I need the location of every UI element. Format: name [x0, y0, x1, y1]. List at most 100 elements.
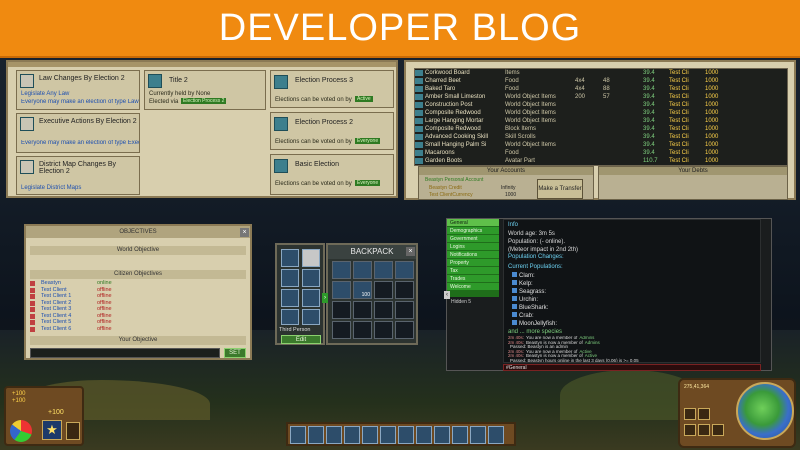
backpack-slot[interactable]: [332, 301, 351, 319]
hat-icon[interactable]: [302, 249, 320, 267]
title-item[interactable]: Title 2 Currently held by None Elected v…: [144, 70, 266, 110]
market-row[interactable]: Baked Taro Food 4x4 88 39.4 Test Cli 1000: [415, 85, 787, 93]
market-cell: 1000: [705, 70, 719, 76]
chevron-left-icon[interactable]: ‹: [444, 291, 450, 299]
nav-item-government[interactable]: Government: [447, 235, 499, 243]
item-icon: [415, 94, 423, 100]
hotbar-slot[interactable]: [326, 426, 342, 444]
equip-slot[interactable]: [302, 289, 320, 307]
hotbar-slot[interactable]: [488, 426, 504, 444]
equip-slot[interactable]: [302, 269, 320, 287]
chat-icon[interactable]: [698, 408, 710, 420]
nav-item-notifications[interactable]: Notifications: [447, 251, 499, 259]
close-icon[interactable]: ×: [406, 247, 415, 256]
backpack-slot[interactable]: [374, 261, 393, 279]
set-button[interactable]: SET: [224, 348, 246, 358]
hotbar-slot[interactable]: [344, 426, 360, 444]
avatar-panel: Third Person Edit: [275, 243, 325, 345]
map-button-icon[interactable]: [684, 408, 696, 420]
nav-item-welcome[interactable]: Welcome: [447, 283, 499, 291]
log-chip[interactable]: Admins: [585, 340, 600, 345]
equip-slot[interactable]: [281, 289, 299, 307]
election-chip[interactable]: Everyone: [355, 138, 381, 144]
market-row[interactable]: Macaroons Food 39.4 Test Cli 1000: [415, 149, 787, 157]
backpack-slot[interactable]: [353, 301, 372, 319]
objective-input[interactable]: [30, 348, 220, 358]
ballot-icon: [274, 75, 288, 89]
backpack-slot[interactable]: [332, 261, 351, 279]
hotbar-slot[interactable]: [416, 426, 432, 444]
settings-icon[interactable]: [684, 424, 696, 436]
election-item[interactable]: Election Process 3 Elections can be vote…: [270, 70, 394, 108]
nav-item-tax[interactable]: Tax: [447, 267, 499, 275]
equip-slot[interactable]: [302, 309, 320, 325]
backpack-slot[interactable]: [395, 261, 414, 279]
hotbar-slot[interactable]: [434, 426, 450, 444]
market-row[interactable]: Composite Redwood World Object Items 39.4 T…: [415, 109, 787, 117]
market-row[interactable]: Corkwood Board Items 39.4 Test Cli 1000: [415, 69, 787, 77]
market-cell: Food: [505, 78, 519, 84]
nav-item-trades[interactable]: Trades: [447, 275, 499, 283]
market-cell: [573, 117, 601, 125]
hotbar-slot[interactable]: [290, 426, 306, 444]
hotbar-slot[interactable]: [452, 426, 468, 444]
hotbar-slot[interactable]: [398, 426, 414, 444]
backpack-slot[interactable]: [353, 261, 372, 279]
coin-count: +100: [48, 409, 64, 416]
law-item[interactable]: District Map Changes By Election 2 Legis…: [16, 156, 140, 195]
election-chip[interactable]: Election Process 2: [181, 98, 227, 104]
backpack-slot[interactable]: [374, 301, 393, 319]
backpack-slot[interactable]: [395, 281, 414, 299]
market-row[interactable]: Charred Beet Food 4x4 48 39.4 Test Cli 1000: [415, 77, 787, 85]
market-row[interactable]: Small Hanging Palm Si World Object Items 3…: [415, 141, 787, 149]
market-cell: 1000: [705, 94, 719, 100]
law-item[interactable]: Executive Actions By Election 2 Everyone…: [16, 113, 140, 153]
market-row[interactable]: Garden Boots Avatar Part 110.7 Test Cli 1000: [415, 157, 787, 165]
citizen-row[interactable]: Test Client 6 offline: [30, 326, 246, 333]
election-item[interactable]: Basic Election Elections can be voted on…: [270, 154, 394, 195]
world-minimap[interactable]: [736, 382, 794, 440]
make-transfer-button[interactable]: Make a Transfer: [537, 179, 583, 199]
more-species-link[interactable]: and ... more species: [508, 328, 562, 336]
equip-slot[interactable]: [281, 269, 299, 287]
backpack-slot[interactable]: [353, 321, 372, 339]
backpack-slot[interactable]: [332, 281, 351, 299]
backpack-slot[interactable]: [395, 301, 414, 319]
calorie-pie-icon[interactable]: [10, 420, 32, 442]
skill-icon[interactable]: [66, 422, 80, 440]
edit-button[interactable]: Edit: [281, 335, 321, 344]
backpack-slot[interactable]: 100: [353, 281, 372, 299]
election-chip[interactable]: Everyone: [355, 180, 381, 186]
election-item[interactable]: Election Process 2 Elections can be vote…: [270, 112, 394, 150]
market-row[interactable]: Composite Redwood Block Items 39.4 Test Cli…: [415, 125, 787, 133]
nav-item-demographics[interactable]: Demographics: [447, 227, 499, 235]
backpack-slot[interactable]: [332, 321, 351, 339]
chevron-right-icon[interactable]: ›: [322, 293, 328, 303]
menu-icon[interactable]: [698, 424, 710, 436]
market-row[interactable]: Construction Post World Object Items 39.4 T…: [415, 101, 787, 109]
chat-input[interactable]: #General: [503, 364, 761, 371]
star-icon[interactable]: ★: [42, 420, 62, 440]
hotbar-slot[interactable]: [380, 426, 396, 444]
nav-item-logins[interactable]: Logins: [447, 243, 499, 251]
close-icon[interactable]: ×: [240, 228, 249, 237]
backpack-slot[interactable]: [374, 281, 393, 299]
backpack-slot[interactable]: [395, 321, 414, 339]
nav-item-general[interactable]: General: [447, 219, 499, 227]
help-icon[interactable]: [712, 424, 724, 436]
market-row[interactable]: Advanced Cooking Skill Skill Scrolls 39.4 T…: [415, 133, 787, 141]
third-person-toggle[interactable]: Third Person: [279, 327, 311, 333]
nav-item-property[interactable]: Property: [447, 259, 499, 267]
market-row[interactable]: Large Hanging Mortar World Object Items 39…: [415, 117, 787, 125]
hotbar-slot[interactable]: [470, 426, 486, 444]
law-item[interactable]: Law Changes By Election 2 Legislate Any …: [16, 70, 140, 110]
election-chip[interactable]: Active: [355, 96, 373, 102]
equip-slot[interactable]: [281, 309, 299, 325]
hotbar-slot[interactable]: [362, 426, 378, 444]
title-elected: Elected via: [149, 99, 179, 105]
equip-slot[interactable]: [281, 249, 299, 267]
hotbar-slot[interactable]: [308, 426, 324, 444]
market-cell: 39.4: [643, 134, 655, 140]
market-row[interactable]: Amber Small Limeston World Object Items 20…: [415, 93, 787, 101]
backpack-slot[interactable]: [374, 321, 393, 339]
